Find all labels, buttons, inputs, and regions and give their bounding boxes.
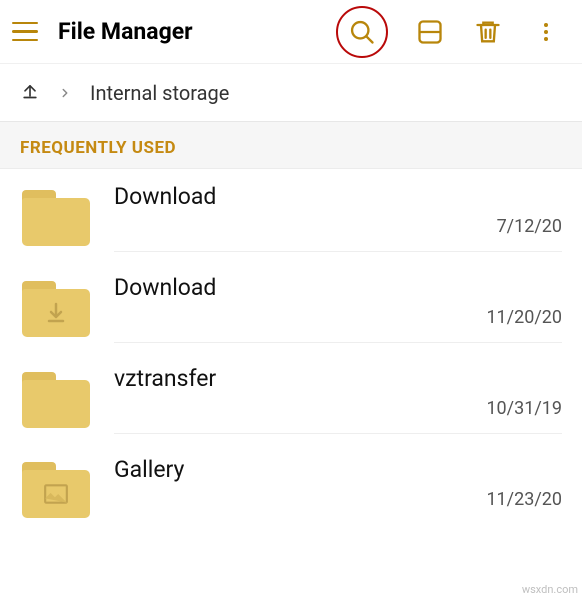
search-icon bbox=[346, 16, 378, 48]
search-button[interactable] bbox=[336, 6, 388, 58]
item-date: 11/23/20 bbox=[114, 489, 562, 510]
list-item[interactable]: vztransfer 10/31/19 bbox=[0, 351, 582, 442]
item-name: Download bbox=[114, 274, 562, 301]
item-date: 11/20/20 bbox=[114, 307, 562, 328]
folder-icon bbox=[20, 368, 92, 432]
hamburger-menu-icon[interactable] bbox=[12, 16, 44, 48]
folder-image-icon bbox=[20, 458, 92, 522]
breadcrumb-location[interactable]: Internal storage bbox=[90, 81, 229, 105]
list-item[interactable]: Gallery 11/23/20 bbox=[0, 442, 582, 532]
list-item[interactable]: Download 7/12/20 bbox=[0, 169, 582, 260]
item-name: Download bbox=[114, 183, 562, 210]
item-name: vztransfer bbox=[114, 365, 562, 392]
folder-icon bbox=[20, 186, 92, 250]
item-date: 7/12/20 bbox=[114, 216, 562, 237]
list-item[interactable]: Download 11/20/20 bbox=[0, 260, 582, 351]
topbar-actions bbox=[336, 6, 570, 58]
split-view-button[interactable] bbox=[414, 16, 446, 48]
section-header: FREQUENTLY USED bbox=[0, 122, 582, 169]
more-options-button[interactable] bbox=[530, 16, 562, 48]
section-title: FREQUENTLY USED bbox=[20, 138, 562, 158]
item-date: 10/31/19 bbox=[114, 398, 562, 419]
breadcrumb[interactable]: Internal storage bbox=[0, 64, 582, 122]
up-icon[interactable] bbox=[20, 80, 40, 105]
topbar: File Manager bbox=[0, 0, 582, 64]
app-title: File Manager bbox=[58, 18, 193, 45]
item-name: Gallery bbox=[114, 456, 562, 483]
chevron-right-icon bbox=[58, 81, 72, 105]
watermark: wsxdn.com bbox=[522, 583, 578, 596]
trash-button[interactable] bbox=[472, 16, 504, 48]
folder-list: Download 7/12/20 Download 11/20/20 vztra… bbox=[0, 169, 582, 532]
folder-download-icon bbox=[20, 277, 92, 341]
